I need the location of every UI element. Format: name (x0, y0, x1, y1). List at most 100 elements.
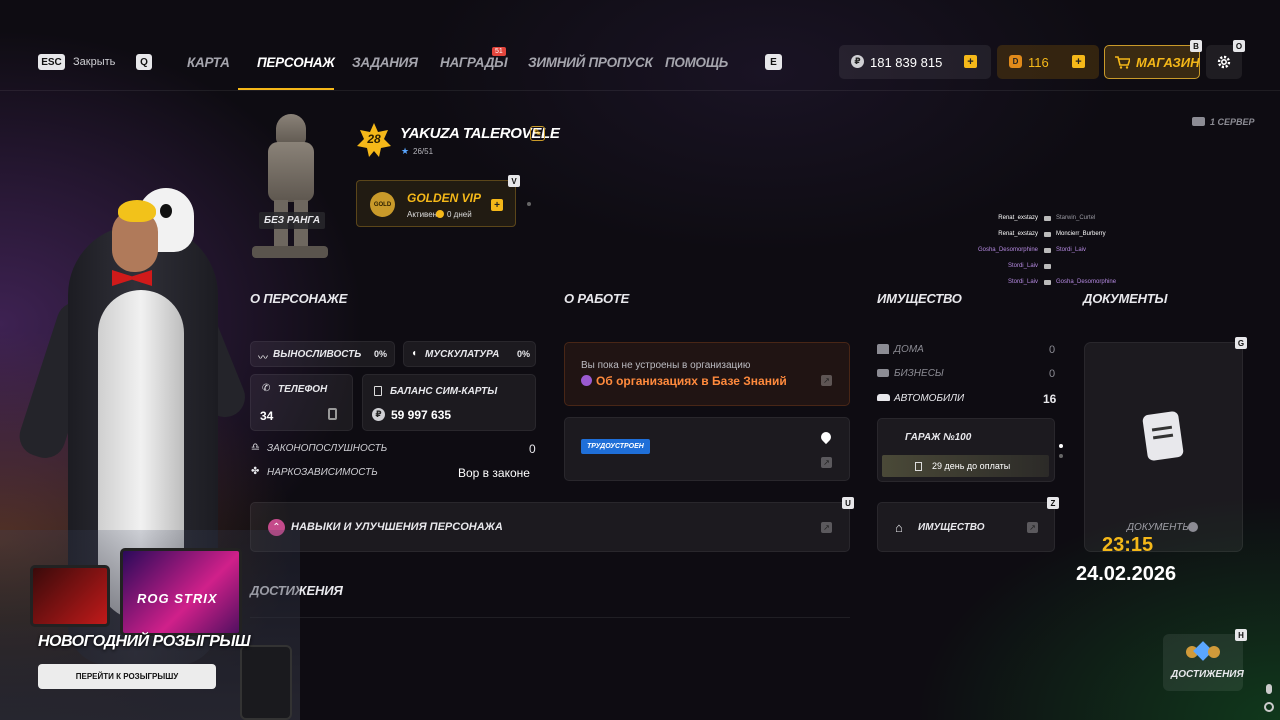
q-key: Q (136, 54, 152, 70)
drug-label: НАРКОЗАВИСИМОСТЬ (267, 467, 378, 478)
server-icon (1192, 117, 1205, 126)
business-icon (877, 369, 889, 377)
houses-label: ДОМА (894, 344, 924, 355)
tab-quests[interactable]: ЗАДАНИЯ (352, 55, 418, 70)
star-icon: ★ (401, 146, 410, 156)
sim-label: БАЛАНС СИМ-КАРТЫ (390, 386, 498, 397)
arrow-out-icon (1188, 522, 1198, 532)
killer-name: Renat_exstazy (998, 231, 1038, 237)
pager-dot[interactable] (1059, 444, 1063, 448)
shop-button[interactable]: МАГАЗИН (1104, 45, 1200, 79)
money-value: 181 839 815 (870, 55, 943, 70)
victim-name: Starwin_Curtel (1056, 215, 1096, 221)
clock-date: 24.02.2026 (1076, 563, 1177, 585)
work-title: О РАБОТЕ (564, 291, 630, 306)
edit-name-button[interactable]: ✎ (530, 126, 545, 141)
muscle-label: МУСКУЛАТУРА (425, 349, 500, 360)
not-employed-text: Вы пока не устроены в организацию (581, 360, 751, 371)
vip-days: 0 дней (447, 210, 472, 219)
phone-value: 34 (260, 409, 274, 423)
vip-hotkey: V (508, 175, 520, 187)
skills-button[interactable]: ⌃ НАВЫКИ И УЛУЧШЕНИЯ ПЕРСОНАЖА ↗ (250, 502, 850, 552)
extend-vip-button[interactable]: + (491, 199, 503, 211)
business-label: БИЗНЕСЫ (894, 368, 944, 379)
arrow-out-icon[interactable]: ↗ (821, 457, 832, 468)
rank-label: БЕЗ РАНГА (259, 212, 326, 229)
garage-payment-bar: 29 день до оплаты (882, 455, 1049, 477)
garage-payment-text: 29 день до оплаты (932, 461, 1011, 471)
stamina-stat: 〰 ВЫНОСЛИВОСТЬ 0% (250, 341, 395, 367)
killer-name: Renat_exstazy (998, 215, 1038, 221)
cart-icon (1115, 56, 1130, 69)
muscle-value: 0% (517, 349, 531, 359)
knowledge-base-link[interactable]: Об организациях в Базе Знаний (596, 374, 787, 388)
weapon-icon (1044, 264, 1051, 269)
receipt-icon (915, 462, 922, 471)
medal-icon (1208, 646, 1220, 658)
sim-card: БАЛАНС СИМ-КАРТЫ ₽ 59 997 635 (362, 374, 536, 431)
car-icon (877, 394, 890, 401)
tab-map[interactable]: КАРТА (187, 55, 230, 70)
documents-card[interactable]: ДОКУМЕНТЫ (1084, 342, 1243, 552)
weapon-icon (1044, 232, 1051, 237)
arrow-out-icon[interactable]: ↗ (821, 375, 832, 386)
vip-status: Активен (407, 210, 438, 219)
vip-title: GOLDEN VIP (407, 191, 482, 205)
cars-label: АВТОМОБИЛИ (894, 393, 965, 404)
character-statue (252, 112, 328, 260)
tab-rewards[interactable]: НАГРАДЫ (440, 55, 508, 70)
phone-card: ✆ ТЕЛЕФОН 34 (250, 374, 353, 431)
shop-hotkey: B (1190, 40, 1202, 52)
skills-hotkey: U (842, 497, 854, 509)
server-label: 1 СЕРВЕР (1210, 117, 1255, 127)
victim-name: Moncierr_Burberry (1056, 231, 1106, 237)
rewards-badge: 51 (492, 47, 506, 56)
killer-name: Stordi_Laiv (1007, 263, 1038, 269)
donate-value: 116 (1028, 55, 1049, 70)
phone-image (240, 645, 292, 720)
sim-icon (374, 386, 382, 396)
achievements-divider (250, 617, 850, 618)
laptop-brand-text: ROG STRIX (137, 591, 218, 606)
achievements-button[interactable]: ДОСТИЖЕНИЯ (1163, 634, 1244, 691)
coin-ruble-icon: ₽ (851, 55, 864, 68)
weapon-icon (1044, 280, 1051, 285)
weapon-icon (1044, 216, 1051, 221)
tab-winter-pass[interactable]: ЗИМНИЙ ПРОПУСК (528, 55, 653, 70)
phone-icon: ✆ (262, 383, 271, 394)
documents-title: ДОКУМЕНТЫ (1083, 291, 1168, 306)
killer-name: Gosha_Desomorphine (977, 247, 1038, 253)
drug-icon: ✤ (251, 466, 260, 477)
gold-badge-icon: GOLD (370, 192, 395, 217)
job-card[interactable]: ТРУДОУСТРОЕН ↗ (564, 417, 850, 481)
garage-card[interactable]: ГАРАЖ №100 29 день до оплаты (877, 418, 1055, 482)
houses-value: 0 (1049, 344, 1056, 356)
shop-label: МАГАЗИН (1136, 55, 1200, 70)
about-title: О ПЕРСОНАЖЕ (250, 291, 348, 306)
close-button[interactable]: Закрыть (73, 56, 115, 68)
law-value: 0 (529, 442, 536, 456)
pager-dot[interactable] (1059, 454, 1063, 458)
tab-help[interactable]: ПОМОЩЬ (665, 55, 728, 70)
cars-value: 16 (1043, 392, 1057, 406)
documents-card-label: ДОКУМЕНТЫ (1127, 522, 1192, 533)
settings-hotkey: O (1233, 40, 1245, 52)
laptop-image (30, 565, 110, 627)
copy-icon[interactable] (328, 408, 337, 420)
promo-title: НОВОГОДНИЙ РОЗЫГРЫШ (38, 633, 251, 650)
nav-divider (0, 90, 1280, 91)
promo-button[interactable]: ПЕРЕЙТИ К РОЗЫГРЫШУ (38, 664, 216, 689)
kill-feed-row: Renat_exstazy Starwin_Curtel (960, 214, 1130, 226)
level-value: 28 (367, 132, 381, 146)
vip-card[interactable]: GOLD GOLDEN VIP Активен 0 дней + (356, 180, 516, 227)
add-money-button[interactable]: + (964, 55, 977, 68)
document-icon (1141, 410, 1185, 462)
add-donate-button[interactable]: + (1072, 55, 1085, 68)
property-button[interactable]: ⌂ ИМУЩЕСТВО ↗ (877, 502, 1055, 552)
location-pin-icon[interactable] (818, 429, 834, 445)
donate-coin-icon: D (1009, 55, 1022, 68)
tab-character[interactable]: ПЕРСОНАЖ (257, 55, 335, 70)
microphone-icon (1266, 684, 1272, 694)
law-icon: ♎ (251, 442, 260, 453)
laptop-image: ROG STRIX (120, 548, 242, 636)
